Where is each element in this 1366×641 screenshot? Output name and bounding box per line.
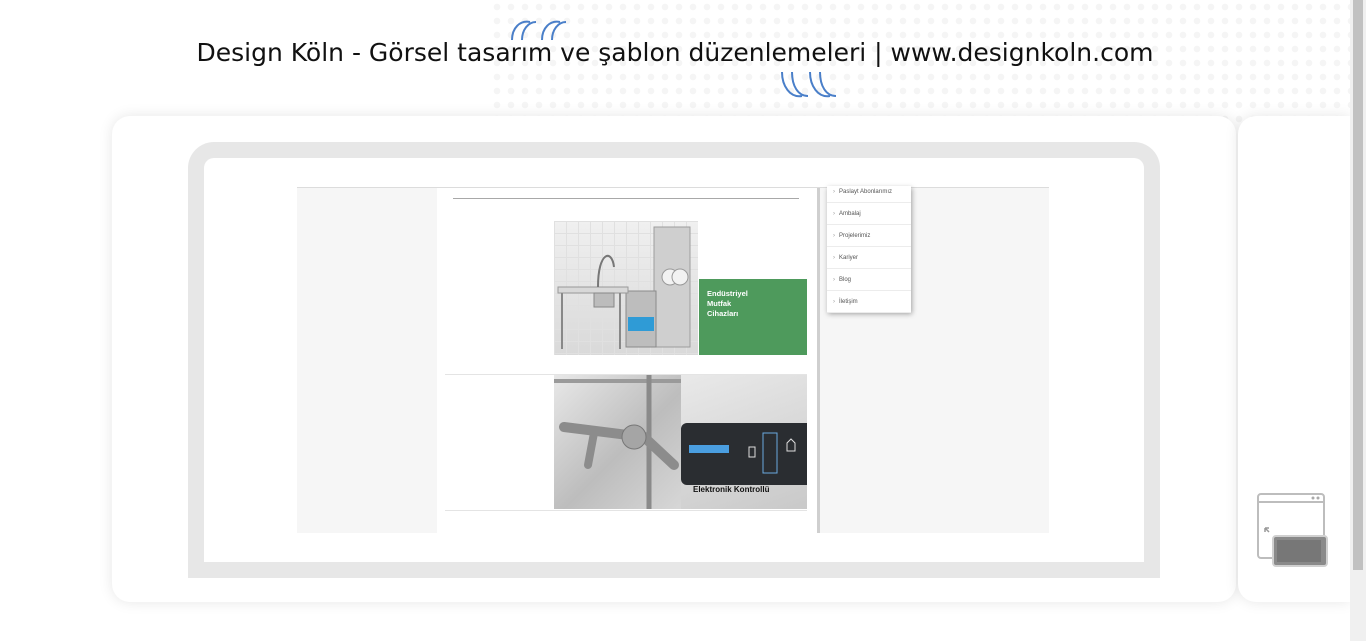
quote-close-icon xyxy=(781,71,837,98)
page-title: Design Köln - Görsel tasarım ve şablon d… xyxy=(196,38,1154,67)
website-preview[interactable]: Endüstriyel Mutfak Cihazları Elektronik … xyxy=(297,186,1049,533)
website-content: Endüstriyel Mutfak Cihazları Elektronik … xyxy=(437,188,820,533)
page-scrollbar[interactable] xyxy=(1350,0,1366,641)
menu-item[interactable]: › Blog xyxy=(827,269,911,291)
label-line: Endüstriyel xyxy=(707,289,748,298)
dishwasher-image[interactable] xyxy=(554,221,698,355)
industrial-kitchen-label: Endüstriyel Mutfak Cihazları xyxy=(699,279,807,355)
scrollbar-thumb[interactable] xyxy=(1353,0,1363,570)
dropdown-menu: › Paslayt Abonlarımız › Ambalaj › Projeleri… xyxy=(827,186,911,313)
control-panel xyxy=(681,423,807,485)
browser-mobile-switch-icon[interactable] xyxy=(1255,492,1329,570)
spray-arm-image[interactable] xyxy=(554,375,681,509)
menu-item[interactable]: › Ambalaj xyxy=(827,203,911,225)
electronic-control-label: Elektronik Kontrollü xyxy=(693,485,770,494)
menu-item[interactable]: › İletişim xyxy=(827,291,911,313)
menu-item[interactable]: › Paslayt Abonlarımız xyxy=(827,186,911,203)
laptop-screen: Endüstriyel Mutfak Cihazları Elektronik … xyxy=(204,158,1144,562)
divider xyxy=(445,510,807,511)
divider xyxy=(453,198,799,199)
label-line: Cihazları xyxy=(707,309,739,318)
menu-item[interactable]: › Kariyer xyxy=(827,247,911,269)
menu-item[interactable]: › Projelerimiz xyxy=(827,225,911,247)
control-panel-image[interactable]: Elektronik Kontrollü xyxy=(681,375,807,509)
label-line: Mutfak xyxy=(707,299,732,308)
